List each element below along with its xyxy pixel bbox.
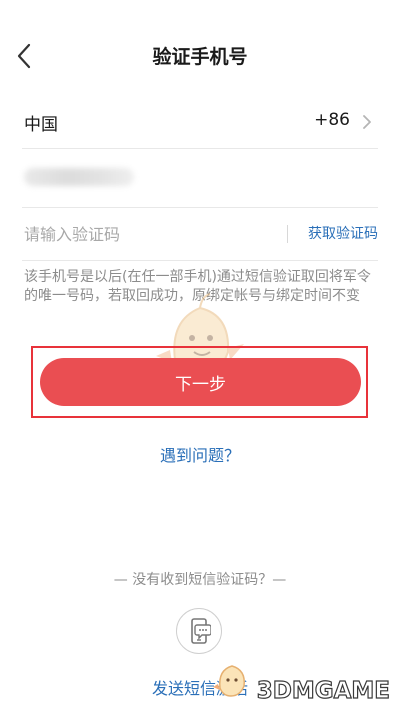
country-selector[interactable]: 中国 +86 [22, 96, 378, 149]
send-sms-icon-button[interactable] [176, 608, 222, 654]
country-code: +86 [314, 110, 350, 130]
next-step-button[interactable]: 下一步 [40, 358, 361, 406]
get-code-button[interactable]: 获取验证码 [308, 223, 378, 243]
divider [287, 225, 288, 243]
watermark-logo: 3DMGAME [256, 677, 390, 704]
no-sms-text: — 没有收到短信验证码？— [113, 572, 287, 588]
page-title: 验证手机号 [152, 46, 248, 68]
phone-number-row[interactable] [22, 149, 378, 208]
sms-phone-icon [191, 618, 211, 644]
chevron-right-icon [363, 115, 371, 129]
blurred-phone-number [24, 168, 134, 186]
watermark-mascot-icon [213, 665, 245, 697]
country-name: 中国 [24, 115, 58, 135]
problem-link[interactable]: 遇到问题？ [0, 442, 400, 466]
verification-code-input[interactable] [22, 221, 264, 247]
verification-code-row: 获取验证码 [22, 208, 378, 261]
header: 验证手机号 [0, 0, 400, 108]
